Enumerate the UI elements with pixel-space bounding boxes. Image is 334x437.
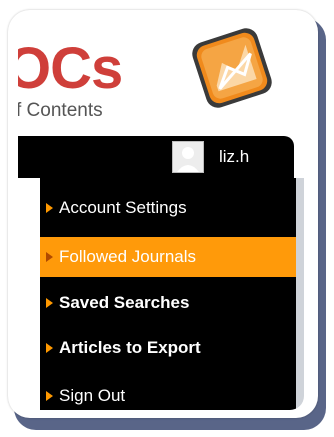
journal-logo-icon — [192, 28, 272, 108]
menu-item-sign-out[interactable]: Sign Out — [40, 376, 296, 410]
menu-item-articles-to-export[interactable]: Articles to Export — [40, 328, 296, 368]
menu-item-followed-journals[interactable]: Followed Journals — [40, 237, 296, 277]
card: OCs f Contents liz.h Account Settings Fo… — [8, 10, 318, 418]
arrow-right-icon — [46, 298, 53, 308]
user-header-bar: liz.h — [18, 136, 294, 178]
user-avatar-icon — [173, 142, 203, 172]
menu-item-label: Account Settings — [59, 198, 187, 217]
username[interactable]: liz.h — [219, 147, 249, 167]
menu-item-label: Sign Out — [59, 386, 126, 405]
menu-item-account-settings[interactable]: Account Settings — [40, 188, 296, 228]
menu-item-saved-searches[interactable]: Saved Searches — [40, 283, 296, 323]
card-content: OCs f Contents liz.h Account Settings Fo… — [18, 18, 304, 410]
menu-item-label: Saved Searches — [59, 293, 190, 312]
logo-subtitle: f Contents — [18, 100, 103, 121]
screenshot-stage: OCs f Contents liz.h Account Settings Fo… — [0, 0, 334, 437]
avatar[interactable] — [172, 141, 204, 173]
arrow-right-icon — [46, 252, 53, 262]
menu-item-label: Followed Journals — [59, 247, 197, 266]
arrow-right-icon — [46, 391, 53, 401]
menu-item-label: Articles to Export — [59, 338, 201, 357]
logo-title: OCs — [18, 36, 123, 101]
user-dropdown-menu: Account Settings Followed Journals Saved… — [40, 178, 296, 410]
arrow-right-icon — [46, 343, 53, 353]
arrow-right-icon — [46, 203, 53, 213]
